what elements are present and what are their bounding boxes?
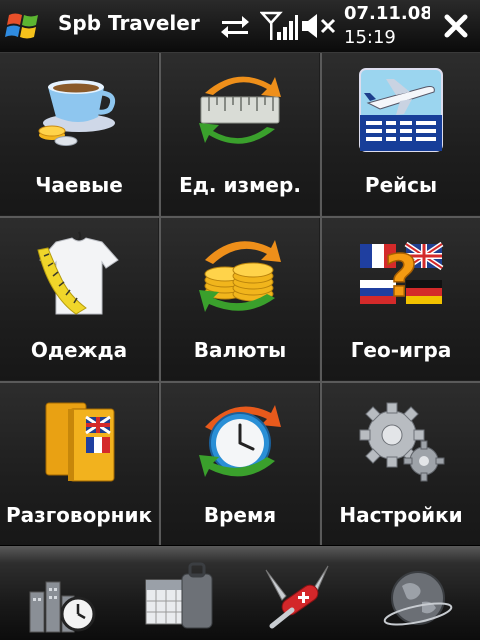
tile-flights[interactable]: Рейсы (322, 53, 480, 215)
tile-tips[interactable]: Чаевые (0, 53, 158, 215)
tile-settings[interactable]: Настройки (322, 383, 480, 545)
tile-label: Чаевые (35, 173, 123, 197)
swiss-knife-icon[interactable] (258, 556, 342, 636)
phrasebook-icon (45, 402, 115, 482)
tile-label: Время (203, 503, 277, 527)
airplane-flights-icon (359, 68, 443, 152)
feature-grid: Чаевые Ед. измер. Рейсы Одежда Валюты ? … (0, 53, 480, 545)
tile-clothes[interactable]: Одежда (0, 218, 158, 380)
flags-quiz-icon: ? (360, 241, 444, 311)
status-date: 07.11.08 (344, 3, 430, 24)
close-icon[interactable] (436, 6, 476, 46)
tea-cup-coins-icon (38, 80, 116, 146)
spb-traveler-screen: Spb Traveler 07.11.08 15:19 Чаевые Ед. и… (0, 0, 480, 640)
app-title: Spb Traveler (58, 11, 200, 35)
shirt-measure-icon (37, 231, 119, 315)
volume-muted-icon[interactable] (300, 10, 336, 42)
tile-geo-game[interactable]: ? Гео-игра (322, 218, 480, 380)
grid-divider (159, 53, 161, 545)
status-bar: Spb Traveler 07.11.08 15:19 (0, 0, 480, 53)
city-clock-icon[interactable] (22, 556, 106, 636)
tile-currency[interactable]: Валюты (161, 218, 319, 380)
signal-icon[interactable] (260, 10, 298, 42)
tile-phrasebook[interactable]: Разговорник (0, 383, 158, 545)
gears-icon (359, 402, 445, 482)
tile-time[interactable]: Время (161, 383, 319, 545)
grid-divider (0, 216, 480, 218)
windows-start-icon[interactable] (4, 6, 44, 46)
tile-label: Разговорник (5, 503, 153, 527)
svg-text:?: ? (384, 242, 418, 310)
calendar-luggage-icon[interactable] (140, 556, 224, 636)
grid-divider (0, 381, 480, 383)
grid-divider (320, 53, 322, 545)
tile-label: Гео-игра (350, 338, 452, 362)
coins-exchange-icon (199, 240, 281, 312)
tile-units[interactable]: Ед. измер. (161, 53, 319, 215)
status-time: 15:19 (344, 27, 396, 48)
clock-icon (199, 405, 281, 477)
tile-label: Рейсы (364, 173, 438, 197)
ruler-convert-icon (199, 76, 281, 144)
tile-label: Одежда (30, 338, 128, 362)
tile-label: Ед. измер. (179, 173, 301, 197)
bottom-dock (0, 546, 480, 640)
sync-icon[interactable] (218, 10, 252, 42)
tile-label: Настройки (339, 503, 463, 527)
tile-label: Валюты (193, 338, 287, 362)
globe-icon[interactable] (376, 556, 460, 636)
